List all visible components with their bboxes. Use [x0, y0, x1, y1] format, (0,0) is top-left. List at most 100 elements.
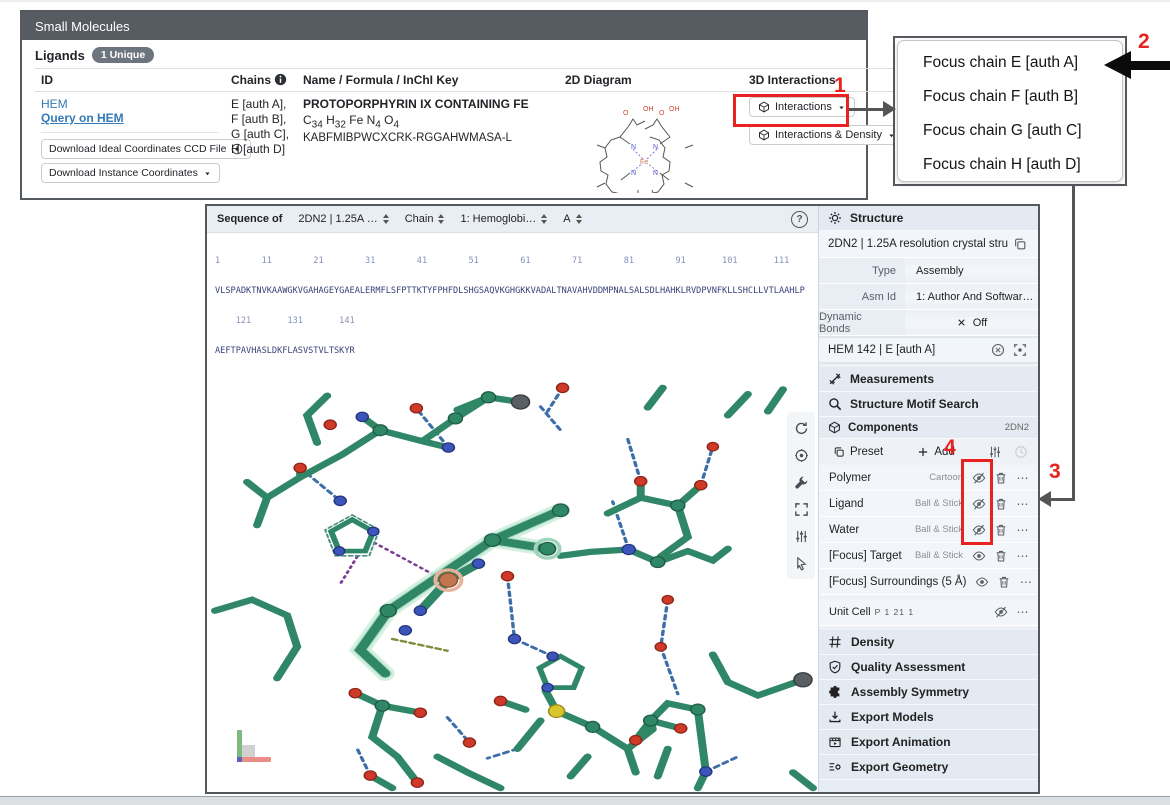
reset-camera-icon[interactable]: [791, 418, 811, 438]
shield-check-icon: [828, 660, 842, 674]
name-cell: PROTOPORPHYRIN IX CONTAINING FE C34 H32 …: [297, 92, 559, 202]
col-header-2d: 2D Diagram: [559, 69, 743, 92]
deselect-icon[interactable]: [987, 343, 1009, 357]
structure-section-header[interactable]: Structure: [819, 206, 1038, 231]
sequence-ruler-1: 1 11 21 31 41 51 61 71 81 91 101 111: [215, 256, 810, 266]
components-toolbar: Preset Add: [819, 439, 1038, 465]
svg-text:N: N: [653, 144, 658, 151]
more-options-icon[interactable]: ⋯: [1012, 551, 1034, 561]
trash-icon[interactable]: [990, 549, 1012, 563]
settings-sliders-icon[interactable]: [791, 526, 811, 546]
control-panel: Structure 2DN2 | 1.25A resolution crysta…: [818, 206, 1038, 792]
chain-select[interactable]: Chain: [405, 213, 445, 225]
trash-icon[interactable]: [990, 497, 1012, 511]
viewport-controls: [787, 412, 815, 579]
structure-title: 2DN2 | 1.25A resolution crystal stru…: [828, 238, 1009, 250]
more-options-icon[interactable]: ⋯: [1015, 577, 1037, 587]
export-animation-section[interactable]: Export Animation: [819, 730, 1038, 755]
sequence-line-1[interactable]: VLSPADKTNVKAAWGKVGAHAGEYGAEALERMFLSFPTTK…: [215, 286, 810, 296]
sequence-panel[interactable]: 1 11 21 31 41 51 61 71 81 91 101 111 VLS…: [207, 233, 818, 380]
col-header-chains: Chains: [225, 69, 297, 92]
components-section[interactable]: Components 2DN2: [819, 417, 1038, 439]
help-icon[interactable]: ?: [791, 211, 808, 228]
component-row-focus-surroundings[interactable]: [Focus] Surroundings (5 Å) ⋯: [819, 569, 1038, 595]
chain-id-select[interactable]: A: [563, 213, 581, 225]
puzzle-icon: [828, 685, 842, 699]
menu-item-focus-chain-e[interactable]: Focus chain E [auth A]: [923, 46, 1122, 80]
3d-canvas[interactable]: [207, 380, 818, 792]
type-value[interactable]: Assembly: [905, 265, 1038, 277]
menu-item-focus-chain-h[interactable]: Focus chain H [auth D]: [923, 148, 1122, 182]
density-section[interactable]: Density: [819, 630, 1038, 655]
download-ccd-button[interactable]: Download Ideal Coordinates CCD File: [41, 139, 251, 159]
svg-text:O: O: [623, 110, 629, 117]
copy-icon[interactable]: [1009, 237, 1031, 251]
asm-id-row: Asm Id 1: Author And Softwar…: [819, 284, 1038, 310]
axes-widget[interactable]: [237, 728, 271, 762]
component-row-water[interactable]: Water Ball & Stick ⋯: [819, 517, 1038, 543]
controls-toggle-icon[interactable]: [791, 472, 811, 492]
caret-down-icon: [203, 169, 212, 178]
focus-icon[interactable]: [1009, 343, 1031, 357]
query-on-hem-link[interactable]: Query on HEM: [41, 111, 124, 125]
dynamic-bonds-toggle[interactable]: Off: [905, 317, 1038, 329]
structure-motif-search-section[interactable]: Structure Motif Search: [819, 392, 1038, 417]
export-geometry-section[interactable]: Export Geometry: [819, 755, 1038, 780]
menu-item-focus-chain-f[interactable]: Focus chain F [auth B]: [923, 80, 1122, 114]
menu-item-focus-chain-g[interactable]: Focus chain G [auth C]: [923, 114, 1122, 148]
trash-icon[interactable]: [993, 575, 1015, 589]
component-row-ligand[interactable]: Ligand Ball & Stick ⋯: [819, 491, 1038, 517]
focus-menu-frame: Focus chain E [auth A] Focus chain F [au…: [893, 36, 1127, 186]
annotation-label-3: 3: [1049, 460, 1061, 484]
molstar-viewer: Sequence of 2DN2 | 1.25A … Chain 1: Hemo…: [205, 204, 1040, 794]
selection-mode-icon[interactable]: [791, 553, 811, 573]
z-axis-dot: [237, 757, 242, 762]
more-options-icon[interactable]: ⋯: [1012, 525, 1034, 535]
cube-3d-icon: [758, 129, 770, 141]
screenshot-icon[interactable]: [791, 445, 811, 465]
component-row-polymer[interactable]: Polymer Cartoon ⋯: [819, 465, 1038, 491]
history-icon[interactable]: [1010, 445, 1032, 459]
sequence-line-2[interactable]: AEFTPAVHASLDKFLASVSTVLTSKYR: [215, 346, 810, 356]
structure-select[interactable]: 2DN2 | 1.25A …: [298, 213, 388, 225]
trash-icon[interactable]: [990, 523, 1012, 537]
quality-assessment-section[interactable]: Quality Assessment: [819, 655, 1038, 680]
sequence-toolbar: Sequence of 2DN2 | 1.25A … Chain 1: Hemo…: [207, 206, 818, 233]
preset-button[interactable]: Preset: [828, 444, 888, 460]
visibility-off-icon[interactable]: [990, 605, 1012, 619]
search-icon: [828, 397, 842, 411]
structure-title-row[interactable]: 2DN2 | 1.25A resolution crystal stru…: [819, 231, 1038, 258]
heme-2d-diagram: N N N N Fe O OH O OH: [565, 97, 725, 193]
svg-text:N: N: [631, 144, 636, 151]
svg-text:Fe: Fe: [640, 159, 648, 166]
visibility-on-icon[interactable]: [968, 549, 990, 563]
export-models-section[interactable]: Export Models: [819, 705, 1038, 730]
selection-label: HEM 142 | E [auth A]: [828, 344, 987, 356]
updown-icon: [541, 214, 547, 224]
svg-text:O: O: [659, 110, 665, 117]
entity-select[interactable]: 1: Hemoglobi…: [460, 213, 547, 225]
component-row-focus-target[interactable]: [Focus] Target Ball & Stick ⋯: [819, 543, 1038, 569]
visibility-on-icon[interactable]: [971, 575, 993, 589]
components-entry-tag: 2DN2: [1005, 422, 1029, 433]
hem-link[interactable]: HEM: [41, 97, 68, 111]
unit-cell-row[interactable]: Unit Cell P 1 21 1 ⋯: [819, 599, 1038, 626]
diagram-cell: N N N N Fe O OH O OH: [559, 92, 743, 202]
more-options-icon[interactable]: ⋯: [1012, 499, 1034, 509]
measurements-section[interactable]: Measurements: [819, 367, 1038, 392]
expand-icon[interactable]: [791, 499, 811, 519]
unique-count-badge: 1 Unique: [92, 47, 154, 63]
asm-id-value[interactable]: 1: Author And Softwar…: [905, 291, 1038, 303]
trash-icon[interactable]: [990, 471, 1012, 485]
more-options-icon[interactable]: ⋯: [1012, 607, 1034, 617]
interactions-density-button[interactable]: Interactions & Density: [749, 125, 905, 145]
info-icon[interactable]: [274, 73, 287, 86]
connector-3-arrowhead: [1038, 491, 1051, 507]
component-options-icon[interactable]: [984, 445, 1006, 459]
assembly-symmetry-section[interactable]: Assembly Symmetry: [819, 680, 1038, 705]
updown-icon: [383, 214, 389, 224]
more-options-icon[interactable]: ⋯: [1012, 473, 1034, 483]
svg-text:OH: OH: [643, 106, 654, 113]
download-instance-button[interactable]: Download Instance Coordinates: [41, 163, 220, 183]
ligand-inchi-key: KABFMIBPWCXCRK-RGGAHWMASA-L: [303, 132, 553, 144]
